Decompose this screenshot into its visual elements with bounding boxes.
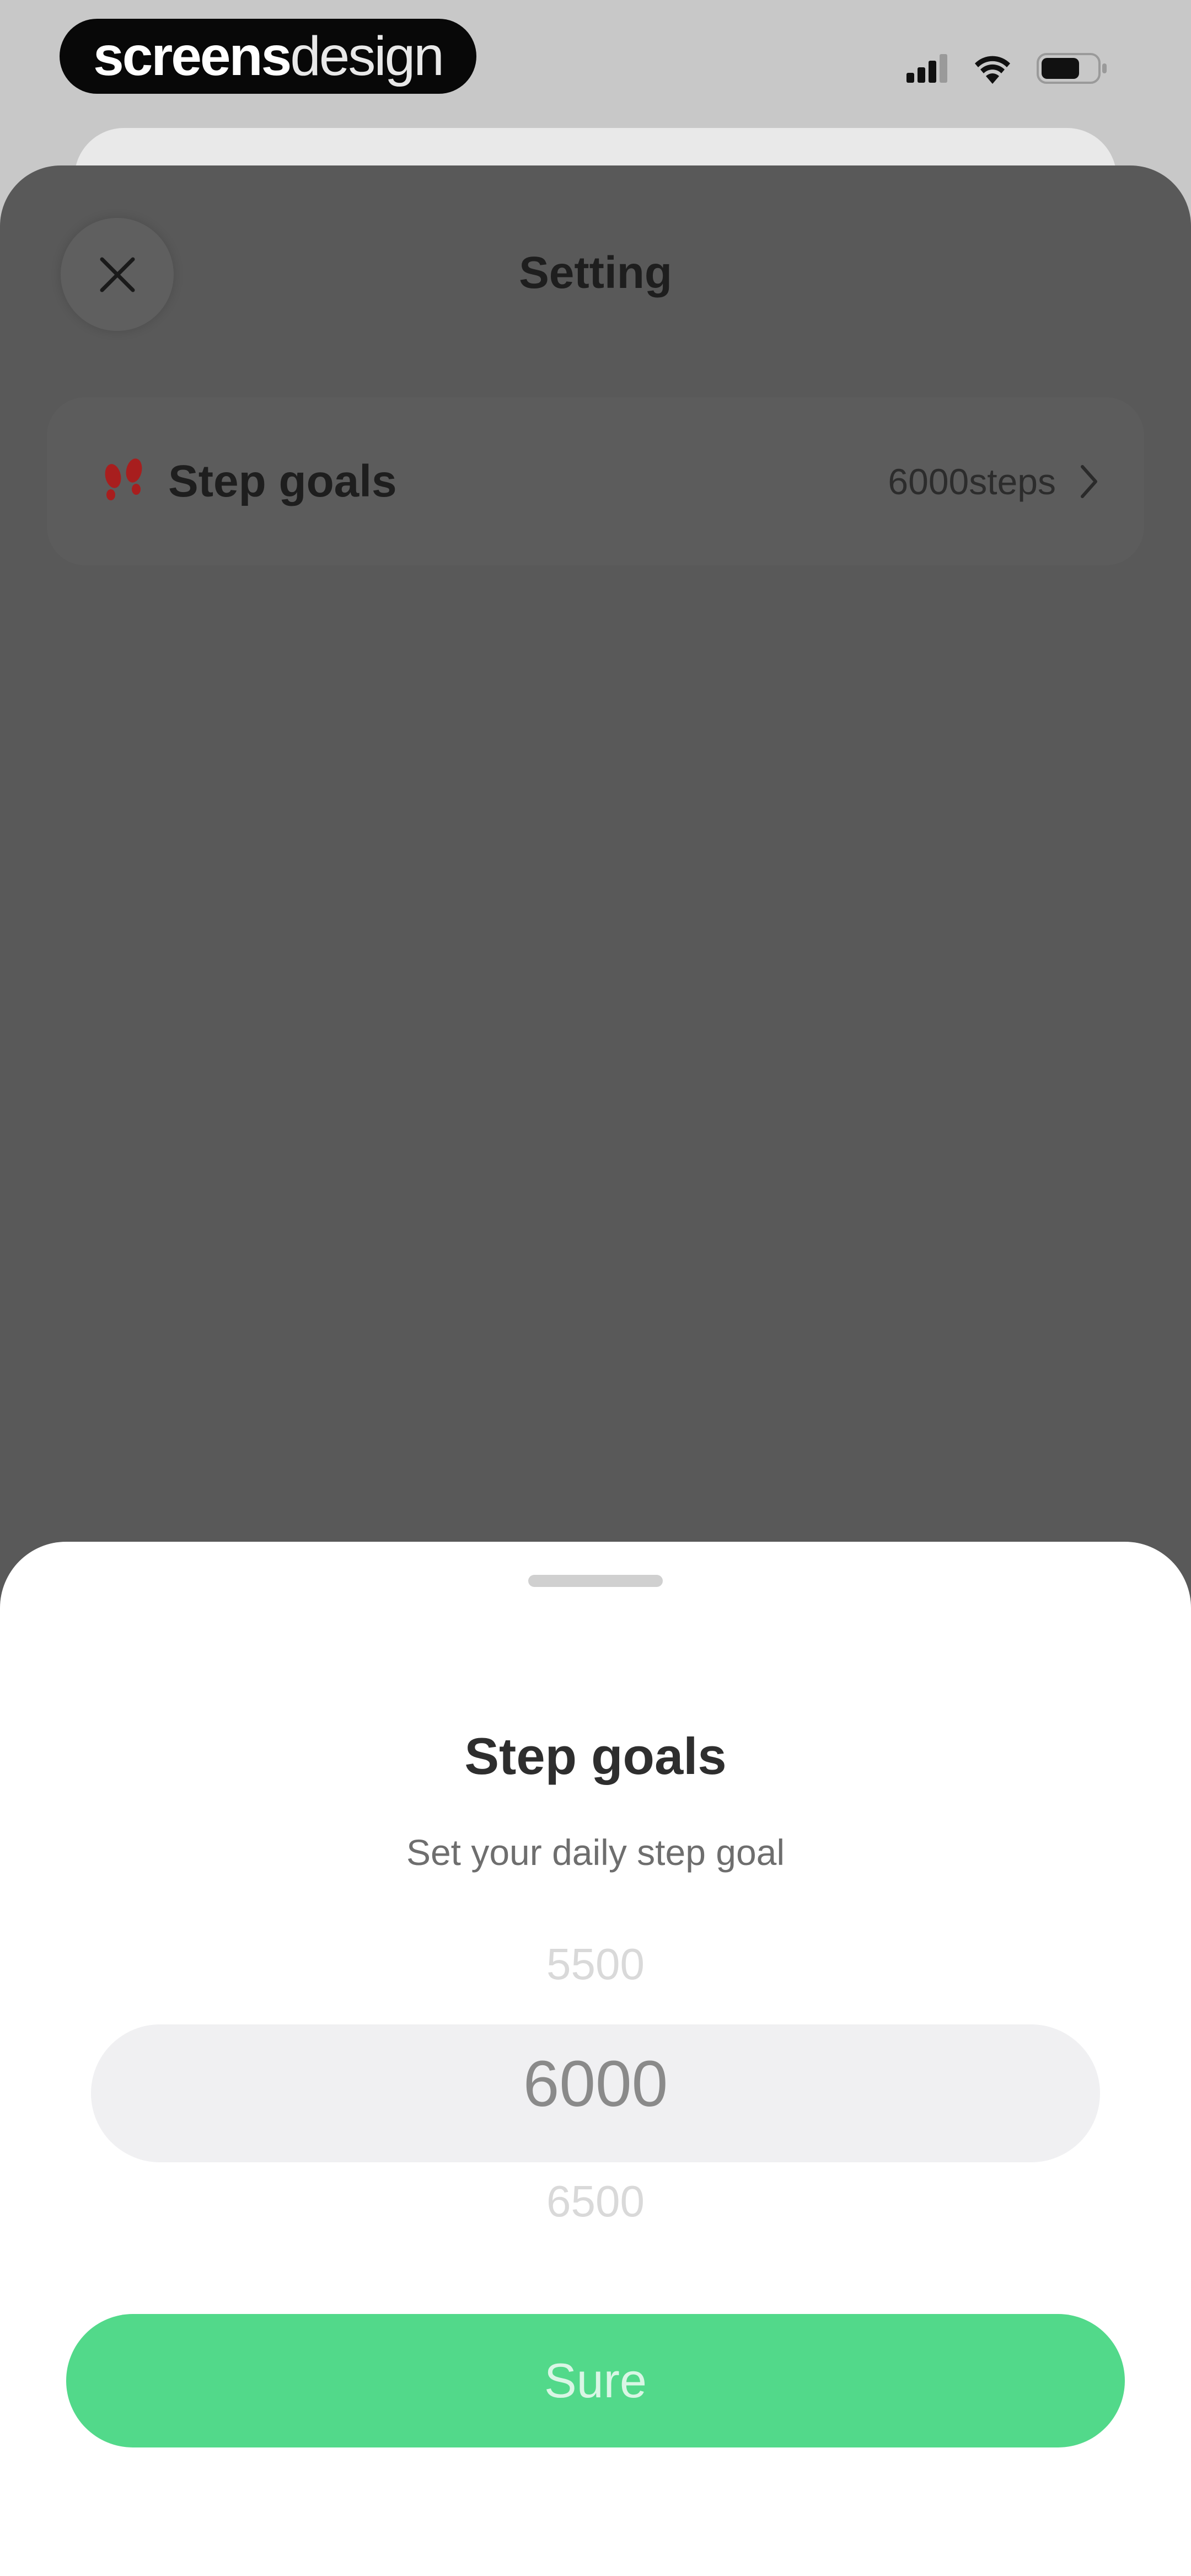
picker-option-next[interactable]: 6500 bbox=[0, 2176, 1191, 2227]
status-bar: screens design bbox=[0, 0, 1191, 121]
page-title: Setting bbox=[519, 248, 672, 298]
chevron-right-icon bbox=[1081, 464, 1097, 498]
battery-icon bbox=[1037, 53, 1107, 84]
screen: screens design Setting Step goals 6000st… bbox=[0, 0, 1191, 2576]
footprints-icon bbox=[96, 454, 152, 509]
picker-selected-value[interactable]: 6000 bbox=[0, 2046, 1191, 2121]
brand-logo-bold: screens bbox=[93, 25, 292, 87]
sheet-title: Step goals bbox=[464, 1727, 727, 1785]
drag-handle[interactable] bbox=[528, 1575, 663, 1587]
wifi-icon bbox=[975, 56, 1010, 84]
sure-button[interactable]: Sure bbox=[66, 2314, 1125, 2447]
step-goals-label: Step goals bbox=[168, 456, 397, 506]
brand-logo-light: design bbox=[290, 25, 444, 87]
step-goals-row[interactable]: Step goals 6000steps bbox=[47, 397, 1144, 565]
step-goals-value: 6000steps bbox=[888, 461, 1056, 502]
brand-logo: screens design bbox=[60, 19, 476, 94]
signal-icon bbox=[906, 54, 947, 83]
status-icons bbox=[906, 51, 1108, 86]
picker-option-previous[interactable]: 5500 bbox=[0, 1939, 1191, 1990]
step-goal-bottom-sheet: Step goals Set your daily step goal 5500… bbox=[0, 1542, 1191, 2576]
sheet-subtitle: Set your daily step goal bbox=[406, 1832, 785, 1873]
